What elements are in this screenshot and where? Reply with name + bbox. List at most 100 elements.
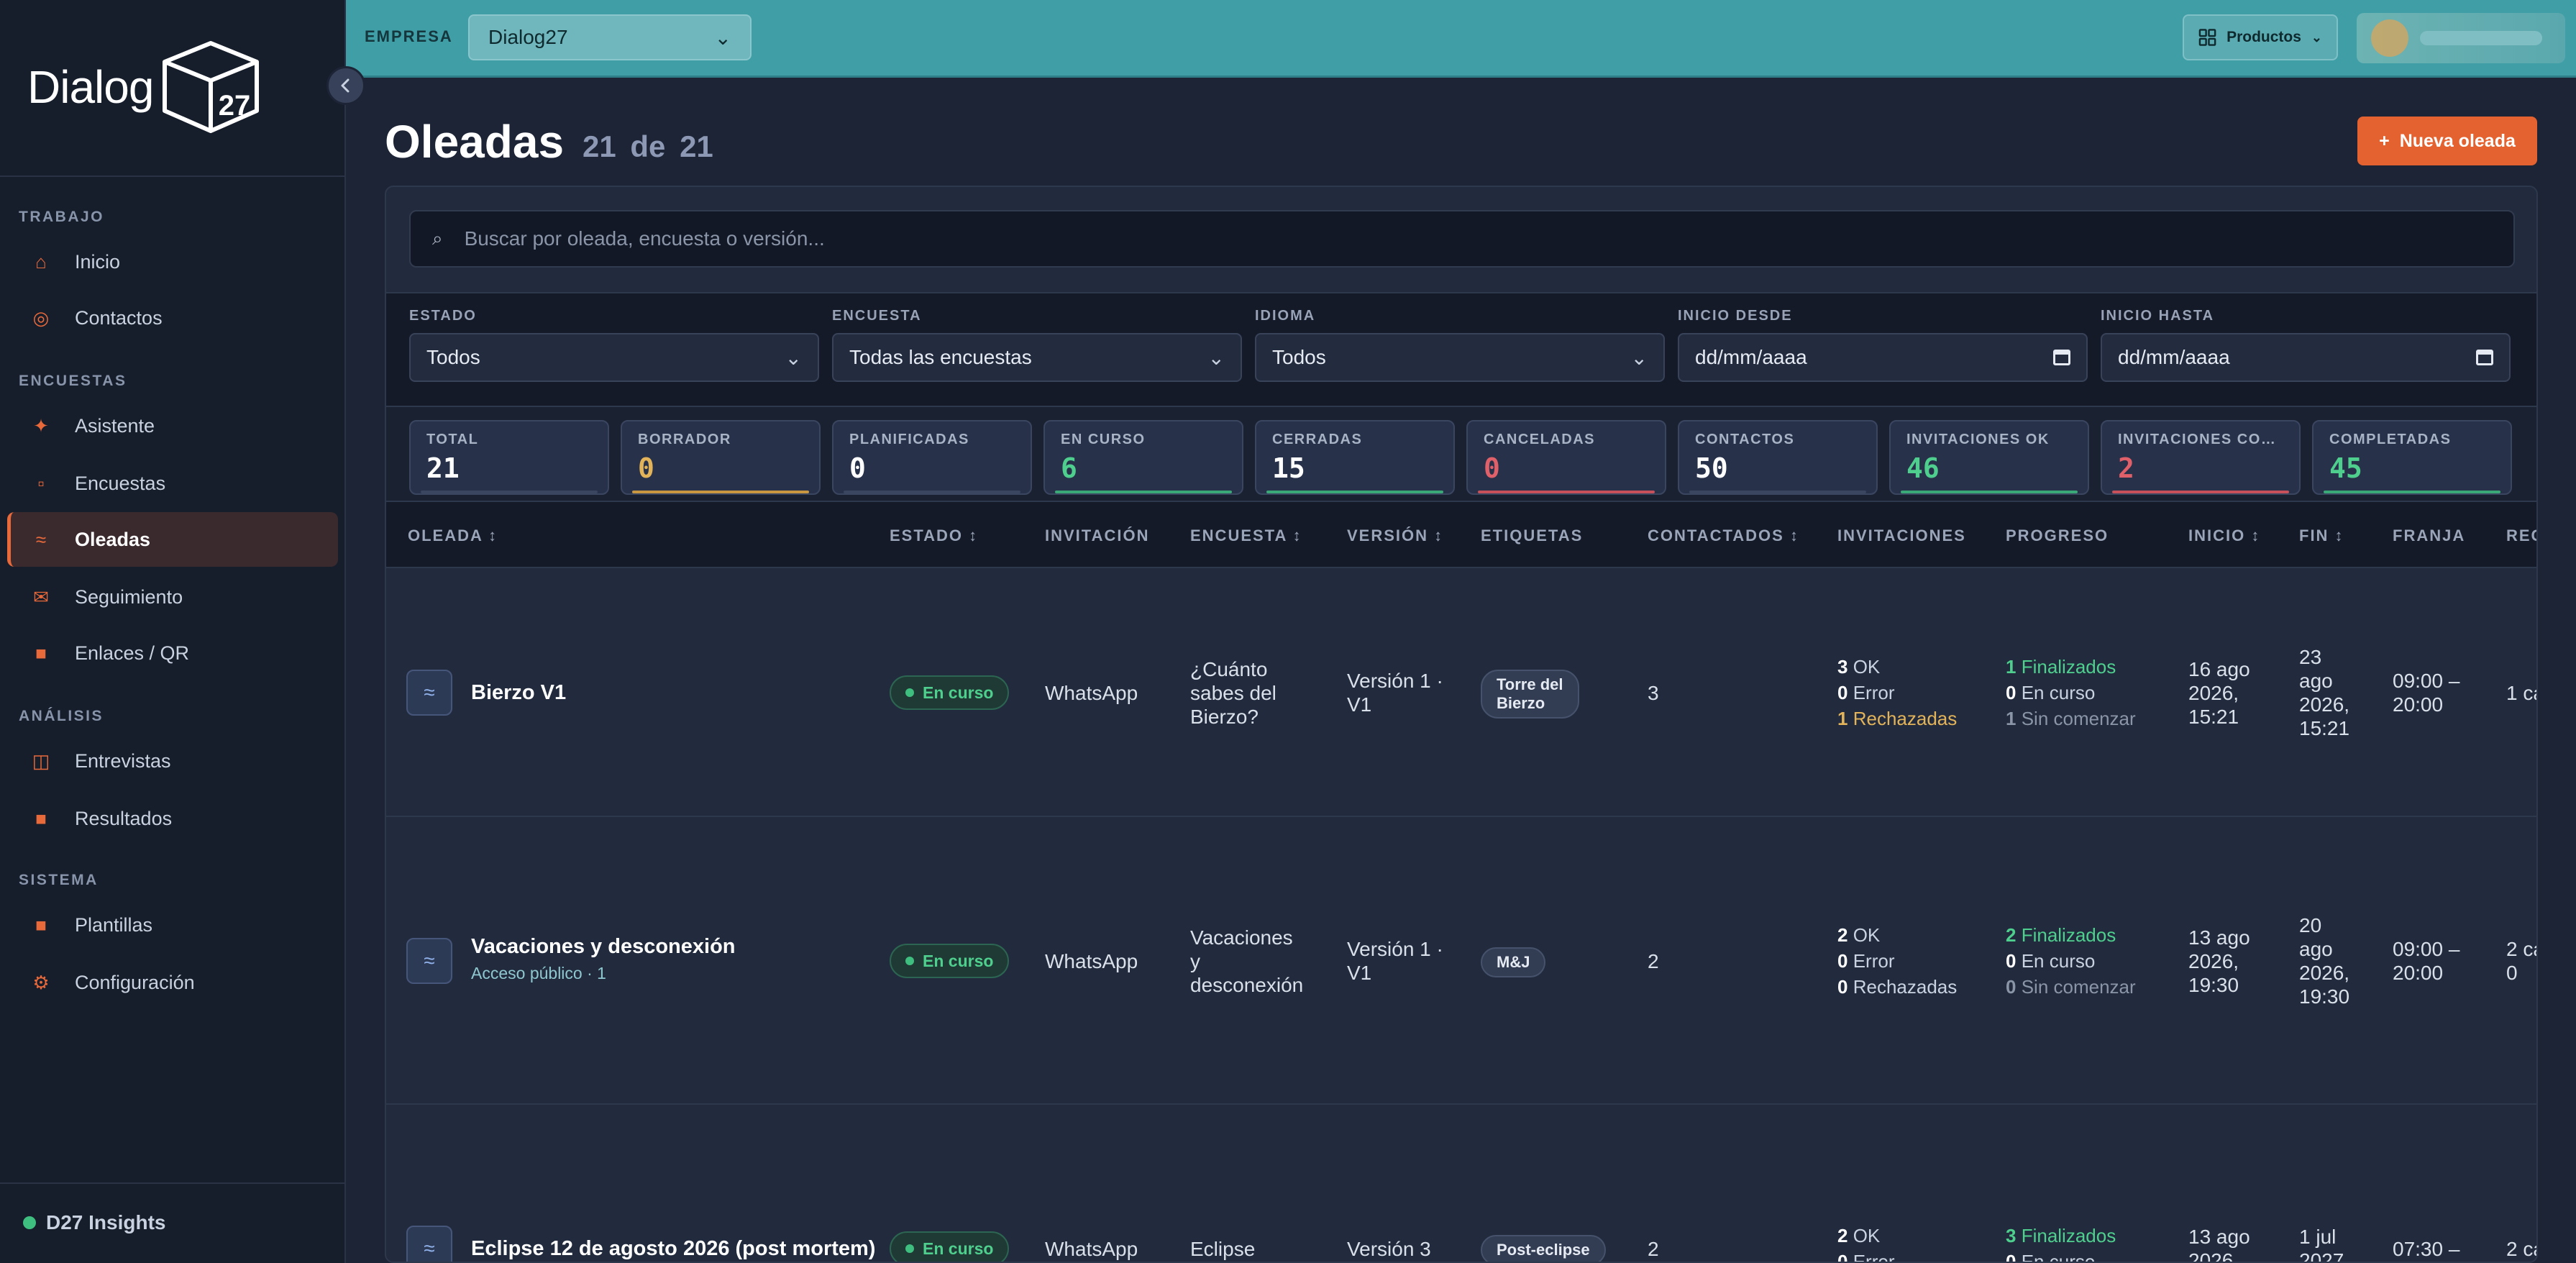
stat-label: EN CURSO — [1061, 432, 1146, 447]
inicio-desde-date-input[interactable]: dd/mm/aaaa — [1678, 333, 2088, 382]
table-row[interactable]: ≈ Vacaciones y desconexión Acceso público … — [386, 817, 2536, 1105]
col-rec: REC — [2506, 526, 2536, 544]
prog-finalizados: 1 Finalizados — [2006, 654, 2136, 680]
section-sistema: SISTEMA — [19, 872, 99, 888]
inicio-line: 2026, — [2188, 949, 2239, 972]
fin-line: 19:30 — [2299, 985, 2350, 1008]
fin-date: 23 ago 2026, 15:21 — [2299, 645, 2349, 740]
estado-select[interactable]: Todos ⌄ — [409, 333, 819, 382]
wave-name[interactable]: Vacaciones y desconexión — [471, 935, 736, 959]
inv-rej-label: Rechazadas — [1853, 976, 1958, 998]
encuesta-line: desconexión — [1190, 973, 1304, 996]
calendar-icon[interactable] — [2476, 350, 2493, 365]
inv-ok-label: OK — [1853, 924, 1881, 946]
idioma-select[interactable]: Todos ⌄ — [1255, 333, 1665, 382]
nueva-oleada-button[interactable]: + Nueva oleada — [2357, 117, 2537, 165]
filter-label: ENCUESTA — [832, 308, 922, 324]
sidebar-item-entrevistas[interactable]: ◫ Entrevistas — [7, 734, 338, 788]
empresa-value: Dialog27 — [488, 26, 568, 48]
invitaciones-summary: 2 OK 0 Error 0 Rechazadas — [1837, 922, 1957, 1000]
stat-accent-bar — [2112, 491, 2289, 493]
sidebar-item-label: Seguimiento — [75, 585, 183, 608]
col-etiquetas: ETIQUETAS — [1481, 526, 1584, 544]
inv-ok-label: OK — [1853, 1225, 1881, 1246]
tag-chip[interactable]: M&J — [1481, 947, 1546, 977]
search-input[interactable] — [464, 227, 2406, 250]
stat-card: INVITACIONES OK 46 — [1889, 420, 2089, 495]
insights-link[interactable]: D27 Insights — [23, 1211, 165, 1234]
encuesta-line: y — [1190, 949, 1200, 972]
grid-icon — [2198, 29, 2216, 46]
inicio-hasta-date-input[interactable]: dd/mm/aaaa — [2101, 333, 2511, 382]
prog-sin-label: Sin comenzar — [2021, 976, 2136, 998]
prog-en-curso: 0 En curso — [2006, 1249, 2116, 1262]
count-shown: 21 — [583, 129, 616, 163]
sidebar-item-oleadas[interactable]: ≈ Oleadas — [7, 512, 338, 567]
sidebar-item-encuestas[interactable]: ▫ Encuestas — [7, 456, 338, 511]
status-dot-icon — [905, 688, 914, 697]
count-total: 21 — [680, 129, 713, 163]
sidebar-item-label: Encuestas — [75, 472, 166, 494]
stat-label: PLANIFICADAS — [849, 432, 969, 447]
col-contactados[interactable]: CONTACTADOS ↕ — [1648, 526, 1799, 545]
stat-accent-bar — [1266, 491, 1443, 493]
stat-accent-bar — [1689, 491, 1866, 493]
franja-line: 09:00 – — [2393, 938, 2460, 960]
filter-label: IDIOMA — [1255, 308, 1316, 324]
stat-card: CERRADAS 15 — [1255, 420, 1455, 495]
inv-ok: 2 OK — [1837, 922, 1957, 948]
sidebar-item-label: Plantillas — [75, 913, 153, 936]
gear-icon: ⚙ — [32, 971, 50, 993]
inv-rechazadas: 1 Rechazadas — [1837, 706, 1957, 731]
stat-card: TOTAL 21 — [409, 420, 609, 495]
wave-name[interactable]: Bierzo V1 — [471, 681, 566, 705]
wave-name[interactable]: Eclipse 12 de agosto 2026 (post mortem) — [471, 1237, 875, 1261]
tag-chip[interactable]: Post-eclipse — [1481, 1235, 1606, 1262]
col-estado[interactable]: ESTADO ↕ — [890, 526, 978, 545]
dialog27-logo[interactable]: Dialog 27 — [27, 40, 261, 134]
table-row[interactable]: ≈ Bierzo V1 En curso WhatsApp ¿Cuánto sabes d… — [386, 568, 2536, 817]
productos-button[interactable]: Productos ⌄ — [2183, 14, 2338, 60]
filter-label: ESTADO — [409, 308, 477, 324]
sidebar-item-asistente[interactable]: ✦ Asistente — [7, 398, 338, 453]
page-count: 21 de 21 — [583, 129, 713, 164]
col-encuesta[interactable]: ENCUESTA ↕ — [1190, 526, 1302, 545]
franja-range: 09:00 –20:00 — [2393, 937, 2459, 985]
sidebar-item-seguimiento[interactable]: ✉ Seguimiento — [7, 570, 338, 624]
inicio-line: 2026 — [2188, 1249, 2234, 1263]
encuesta-select[interactable]: Todas las encuestas ⌄ — [832, 333, 1242, 382]
calendar-icon[interactable] — [2053, 350, 2070, 365]
plus-icon: + — [2379, 130, 2390, 151]
prog-fin-count: 2 — [2006, 924, 2017, 946]
tag-chip[interactable]: Torre del Bierzo — [1481, 670, 1579, 719]
tag-line: Torre del — [1497, 675, 1563, 693]
col-inicio[interactable]: INICIO ↕ — [2188, 526, 2260, 545]
empresa-select[interactable]: Dialog27 ⌄ — [468, 14, 752, 60]
sidebar-item-enlaces-qr[interactable]: ■ Enlaces / QR — [7, 626, 338, 680]
prog-sin-count: 1 — [2006, 708, 2017, 729]
col-invitacion: INVITACIÓN — [1045, 526, 1150, 544]
table-row[interactable]: ≈ Eclipse 12 de agosto 2026 (post mortem)… — [386, 1105, 2536, 1263]
user-menu[interactable] — [2357, 13, 2565, 63]
status-dot-icon — [23, 1216, 36, 1229]
encuesta-line: sabes del — [1190, 681, 1276, 704]
sidebar-item-inicio[interactable]: ⌂ Inicio — [7, 234, 338, 289]
stat-accent-bar — [1478, 491, 1655, 493]
collapse-sidebar-button[interactable] — [326, 66, 365, 105]
filter-label: INICIO DESDE — [1678, 308, 1793, 324]
inicio-line: 13 ago — [2188, 926, 2250, 949]
count-of: de — [630, 129, 666, 163]
sidebar-item-plantillas[interactable]: ■ Plantillas — [7, 898, 338, 952]
franja-line: 09:00 – — [2393, 670, 2460, 692]
sidebar-item-resultados[interactable]: ■ Resultados — [7, 791, 338, 846]
col-fin[interactable]: FIN ↕ — [2299, 526, 2344, 545]
sidebar-footer-divider — [0, 1182, 346, 1184]
invitacion-channel: WhatsApp — [1045, 950, 1138, 972]
col-oleada[interactable]: OLEADA ↕ — [408, 526, 498, 545]
sidebar-item-contactos[interactable]: ◎ Contactos — [7, 291, 338, 345]
stat-value: 46 — [1906, 452, 1940, 484]
inicio-desde-value: dd/mm/aaaa — [1695, 346, 1807, 368]
sidebar-item-configuracion[interactable]: ⚙ Configuración — [7, 955, 338, 1010]
stat-accent-bar — [421, 491, 598, 493]
col-version[interactable]: VERSIÓN ↕ — [1347, 526, 1443, 545]
